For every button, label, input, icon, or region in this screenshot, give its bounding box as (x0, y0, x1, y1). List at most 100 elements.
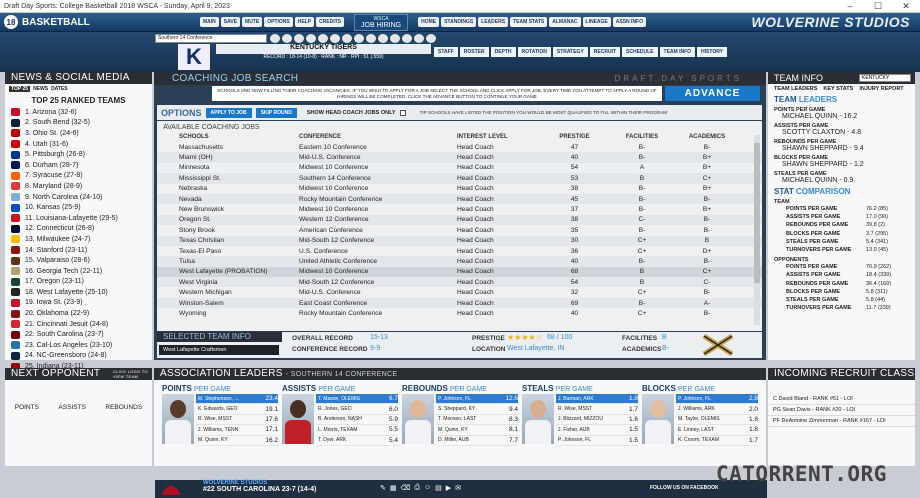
trash-icon[interactable]: ⌫ (401, 484, 411, 492)
ranking-row[interactable]: 20. Oklahoma (22-9) (5, 308, 152, 319)
leader-row[interactable]: T. Mason, OLEMIS 6.7 (316, 394, 398, 405)
user-icon[interactable]: ☺ (424, 484, 431, 492)
conference-team-icon[interactable] (414, 34, 424, 43)
column-header[interactable]: CONFERENCE (299, 134, 457, 142)
table-row[interactable]: Massachusetts Eastern 10 Conference Head C… (157, 142, 762, 152)
ranking-row[interactable]: 17. Oregon (23-11) (5, 277, 152, 288)
table-row[interactable]: Winston-Salem East Coast Conference Head C… (157, 297, 762, 309)
team-info-select[interactable]: KENTUCKY (859, 74, 911, 82)
ranking-row[interactable]: 15. Valparaiso (28-6) (5, 255, 152, 266)
table-row[interactable]: New Brunswick Midwest 10 Conference Head C… (157, 204, 762, 214)
chart-icon[interactable]: ▤ (435, 484, 442, 492)
edit-icon[interactable]: ✎ (380, 484, 386, 492)
team-nav-history[interactable]: HISTORY (697, 47, 727, 57)
print-icon[interactable]: ⎙ (414, 484, 420, 492)
table-row[interactable]: Nebraska Midwest 10 Conference Head Coach 3… (157, 184, 762, 194)
close-icon[interactable]: ✕ (892, 1, 920, 12)
table-row[interactable]: Mississippi St. Southern 14 Conference Hea… (157, 173, 762, 184)
leader-row[interactable]: E. Linney, LAST 1.8 (676, 425, 758, 436)
ranking-row[interactable]: 5. Pittsburgh (26-8) (5, 149, 152, 160)
leader-row[interactable]: P. Johnson, FL 1.5 (556, 436, 638, 446)
maximize-icon[interactable]: ☐ (864, 1, 892, 12)
ranking-row[interactable]: 12. Connecticut (26-8) (5, 224, 152, 235)
tab-team-leaders[interactable]: TEAM LEADERS (774, 86, 817, 92)
ranking-row[interactable]: 4. Utah (31-6) (5, 139, 152, 150)
leader-row[interactable]: R. Jones, GEO 6.0 (316, 404, 398, 415)
leader-row[interactable]: J. Blizzard, MIZZOU 1.6 (556, 415, 638, 426)
leader-row[interactable]: L. Morris, TEXAM 5.5 (316, 425, 398, 436)
nav-lineage[interactable]: LINEAGE (582, 17, 611, 27)
ranking-row[interactable]: 3. Ohio St. (24-6) (5, 128, 152, 139)
conference-team-icon[interactable] (366, 34, 376, 43)
leader-row[interactable]: P. Johnson, FL 12.6 (436, 394, 518, 405)
leader-row[interactable]: M. Quinn, KY 8.1 (436, 425, 518, 436)
tab-news[interactable]: NEWS (33, 86, 48, 92)
leader-row[interactable]: M. Taylor, OLEMIS 1.8 (676, 415, 758, 426)
conference-team-icon[interactable] (270, 34, 280, 43)
ranking-row[interactable]: 22. South Carolina (23-7) (5, 329, 152, 340)
nav-options[interactable]: OPTIONS (264, 17, 293, 27)
ranking-row[interactable]: 19. Iowa St. (23-9) (5, 298, 152, 309)
conference-team-icon[interactable] (294, 34, 304, 43)
ranking-row[interactable]: 7. Syracuse (27-8) (5, 171, 152, 182)
nav-team-stats[interactable]: TEAM STATS (510, 17, 548, 27)
team-nav-rotation[interactable]: ROTATION (517, 47, 551, 57)
nav-main[interactable]: MAIN (200, 17, 219, 27)
recruit-row[interactable]: PG Sean Davis - RANK #20 - LOI (768, 405, 915, 416)
column-header[interactable]: ACADEMICS (672, 134, 742, 142)
tab-top25[interactable]: TOP 25 (9, 86, 31, 92)
ranking-row[interactable]: 23. Cal-Los Angeles (23-10) (5, 340, 152, 351)
leader-row[interactable]: T. Dyer, ARK 5.4 (316, 436, 398, 446)
leader-row[interactable]: J. Barman, ARK 1.8 (556, 394, 638, 405)
ranking-row[interactable]: 10. Kansas (25-9) (5, 202, 152, 213)
leader-row[interactable]: J. Williams, ARK 2.0 (676, 404, 758, 415)
leader-row[interactable]: T. Monson, LAST 8.3 (436, 415, 518, 426)
team-nav-team-info[interactable]: TEAM INFO (659, 47, 696, 57)
table-row[interactable]: West Virginia Mid-South 12 Conference Head… (157, 277, 762, 288)
job-hiring-button[interactable]: WSCA JOB HIRING (354, 13, 409, 31)
table-row[interactable]: Tulsa United Athletic Conference Head Coac… (157, 256, 762, 267)
minimize-icon[interactable]: – (836, 1, 864, 12)
column-header[interactable]: SCHOOLS (179, 134, 299, 142)
nav-save[interactable]: SAVE (220, 17, 241, 27)
play-icon[interactable]: ▶ (446, 484, 451, 492)
ranking-row[interactable]: 11. Louisiana-Lafayette (29-5) (5, 213, 152, 224)
player-photo[interactable] (642, 394, 674, 444)
nav-leaders[interactable]: LEADERS (478, 17, 509, 27)
leader-row[interactable]: K. Edwards, GEO 19.1 (196, 404, 278, 415)
advance-button[interactable]: ADVANCE (665, 86, 760, 101)
skip-round-button[interactable]: SKIP ROUND (255, 107, 297, 118)
team-nav-recruit[interactable]: RECRUIT (589, 47, 621, 57)
leader-row[interactable]: M. Stephenson, ... 23.4 (196, 394, 278, 405)
player-photo[interactable] (522, 394, 554, 444)
table-row[interactable]: Wyoming Rocky Mountain Conference Head Coa… (157, 308, 762, 318)
ranking-row[interactable]: 1. Arizona (32-6) (5, 107, 152, 118)
team-nav-staff[interactable]: STAFF (434, 47, 458, 57)
ranking-row[interactable]: 6. Durham (28-7) (5, 160, 152, 171)
ranking-row[interactable]: 9. North Carolina (24-10) (5, 192, 152, 203)
tab-injury-report[interactable]: INJURY REPORT (859, 86, 903, 92)
conference-team-icon[interactable] (354, 34, 364, 43)
mail-icon[interactable]: ✉ (455, 484, 461, 492)
nav-home[interactable]: HOME (418, 17, 440, 27)
conference-team-icon[interactable] (378, 34, 388, 43)
player-photo[interactable] (162, 394, 194, 444)
conference-team-icon[interactable] (390, 34, 400, 43)
ranking-row[interactable]: 13. Milwaukee (24-7) (5, 234, 152, 245)
calendar-icon[interactable]: ▦ (390, 484, 397, 492)
conference-team-icon[interactable] (426, 34, 436, 43)
nav-help[interactable]: HELP (294, 17, 315, 27)
nav-standings[interactable]: STANDINGS (441, 17, 477, 27)
recruit-row[interactable]: PF DeAntoine Zimmerman - RANK #167 - LOI (768, 416, 915, 427)
table-row[interactable]: Minnesota Midwest 10 Conference Head Coach… (157, 163, 762, 173)
ranking-row[interactable]: 24. NC-Greensboro (24-8) (5, 351, 152, 362)
leader-row[interactable]: P. Johnson, FL 2.8 (676, 394, 758, 405)
ranking-row[interactable]: 14. Stanford (23-11) (5, 245, 152, 256)
leader-row[interactable]: R. Wise, MSST 1.7 (556, 404, 638, 415)
player-photo[interactable] (402, 394, 434, 444)
conference-team-icon[interactable] (402, 34, 412, 43)
team-logo[interactable]: K (178, 44, 210, 70)
scroll-thumb[interactable] (754, 143, 760, 283)
conference-team-icon[interactable] (330, 34, 340, 43)
recruit-row[interactable]: C David Bland - RANK #51 - LOI (768, 394, 915, 405)
